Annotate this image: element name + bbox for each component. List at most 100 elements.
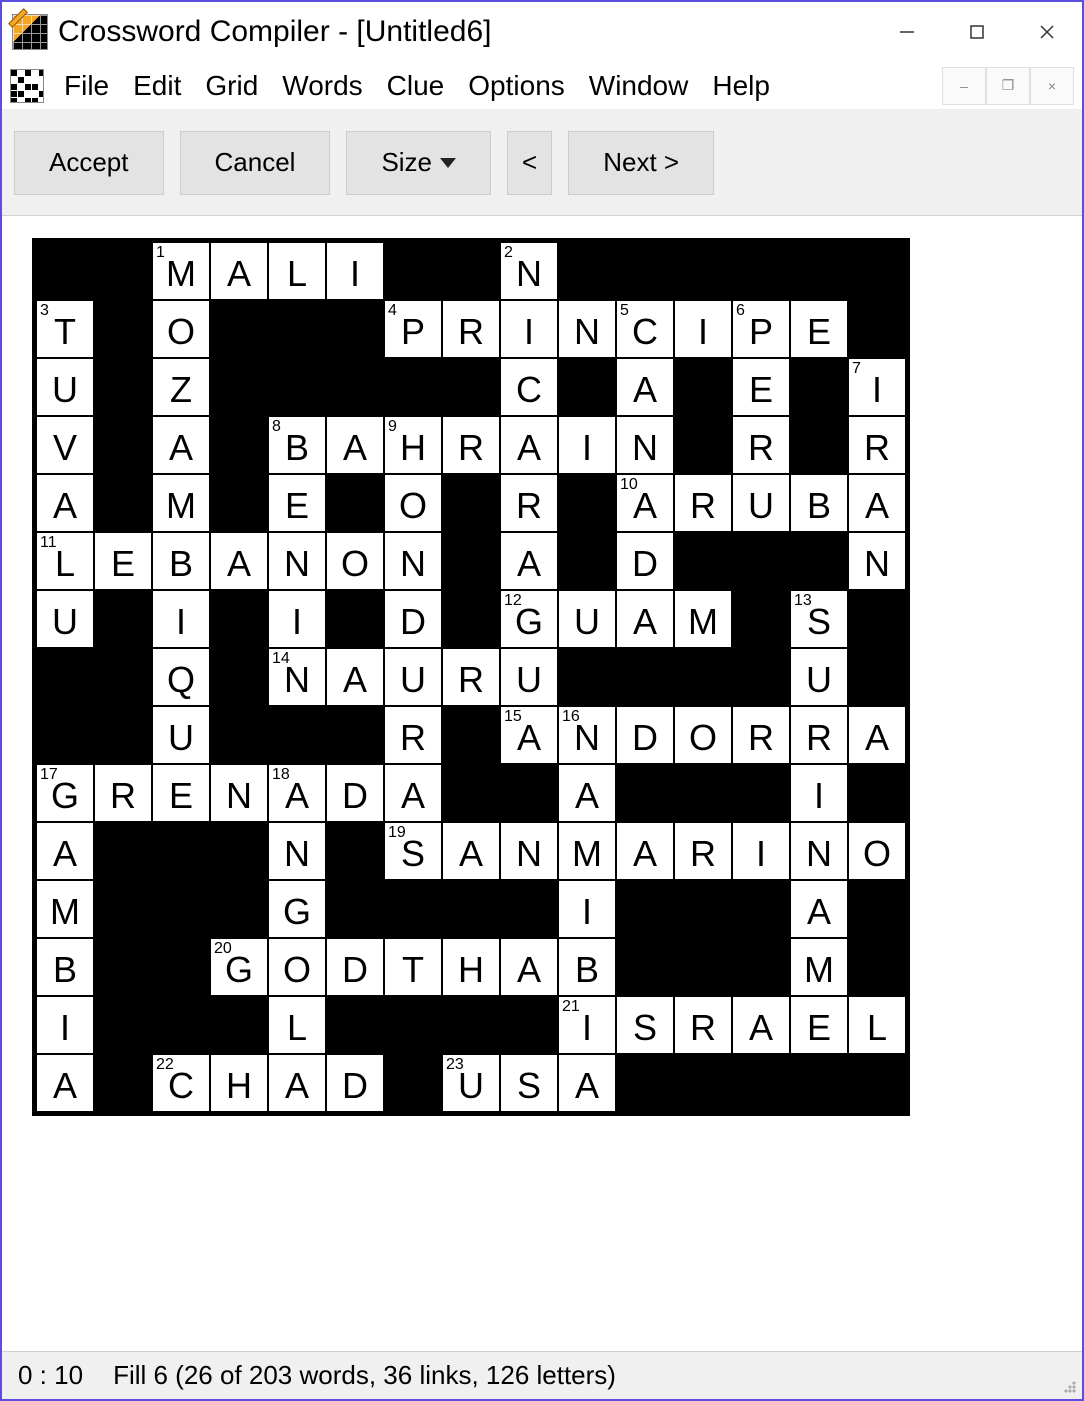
crossword-cell[interactable]: R bbox=[384, 706, 442, 764]
grid-icon[interactable] bbox=[10, 69, 44, 103]
crossword-cell[interactable]: Z bbox=[152, 358, 210, 416]
mdi-close-button[interactable]: × bbox=[1030, 67, 1074, 105]
crossword-cell[interactable]: N bbox=[268, 822, 326, 880]
crossword-cell[interactable]: I bbox=[268, 590, 326, 648]
crossword-cell[interactable]: N bbox=[616, 416, 674, 474]
crossword-cell[interactable]: 10A bbox=[616, 474, 674, 532]
crossword-cell[interactable]: E bbox=[152, 764, 210, 822]
crossword-cell[interactable]: I bbox=[500, 300, 558, 358]
close-button[interactable] bbox=[1012, 7, 1082, 57]
crossword-cell[interactable]: 21I bbox=[558, 996, 616, 1054]
crossword-cell[interactable]: 22C bbox=[152, 1054, 210, 1112]
crossword-cell[interactable]: I bbox=[558, 416, 616, 474]
crossword-cell[interactable]: 17G bbox=[36, 764, 94, 822]
crossword-cell[interactable]: I bbox=[732, 822, 790, 880]
crossword-cell[interactable]: A bbox=[616, 590, 674, 648]
minimize-button[interactable] bbox=[872, 7, 942, 57]
crossword-cell[interactable]: N bbox=[210, 764, 268, 822]
crossword-cell[interactable]: L bbox=[268, 242, 326, 300]
crossword-cell[interactable]: A bbox=[558, 764, 616, 822]
crossword-cell[interactable]: V bbox=[36, 416, 94, 474]
crossword-cell[interactable]: 13S bbox=[790, 590, 848, 648]
crossword-cell[interactable]: R bbox=[442, 300, 500, 358]
crossword-cell[interactable]: M bbox=[36, 880, 94, 938]
crossword-cell[interactable]: A bbox=[500, 416, 558, 474]
mdi-minimize-button[interactable]: – bbox=[942, 67, 986, 105]
accept-button[interactable]: Accept bbox=[14, 131, 164, 195]
crossword-cell[interactable]: B bbox=[152, 532, 210, 590]
crossword-cell[interactable]: E bbox=[268, 474, 326, 532]
crossword-cell[interactable]: R bbox=[674, 474, 732, 532]
crossword-cell[interactable]: T bbox=[384, 938, 442, 996]
crossword-cell[interactable]: U bbox=[36, 590, 94, 648]
crossword-cell[interactable]: D bbox=[326, 1054, 384, 1112]
next-button[interactable]: Next > bbox=[568, 131, 714, 195]
crossword-cell[interactable]: 9H bbox=[384, 416, 442, 474]
crossword-cell[interactable]: A bbox=[152, 416, 210, 474]
crossword-cell[interactable]: 14N bbox=[268, 648, 326, 706]
crossword-cell[interactable]: L bbox=[268, 996, 326, 1054]
crossword-cell[interactable]: R bbox=[500, 474, 558, 532]
crossword-cell[interactable]: O bbox=[674, 706, 732, 764]
crossword-cell[interactable]: I bbox=[674, 300, 732, 358]
crossword-cell[interactable]: O bbox=[152, 300, 210, 358]
crossword-cell[interactable]: U bbox=[732, 474, 790, 532]
crossword-cell[interactable]: B bbox=[790, 474, 848, 532]
crossword-cell[interactable]: R bbox=[790, 706, 848, 764]
menu-options[interactable]: Options bbox=[456, 66, 577, 106]
crossword-cell[interactable]: B bbox=[36, 938, 94, 996]
crossword-cell[interactable]: I bbox=[558, 880, 616, 938]
crossword-cell[interactable]: S bbox=[616, 996, 674, 1054]
menu-clue[interactable]: Clue bbox=[375, 66, 457, 106]
crossword-cell[interactable]: 11L bbox=[36, 532, 94, 590]
crossword-cell[interactable]: 7I bbox=[848, 358, 906, 416]
crossword-cell[interactable]: U bbox=[558, 590, 616, 648]
crossword-cell[interactable]: O bbox=[384, 474, 442, 532]
crossword-cell[interactable]: 8B bbox=[268, 416, 326, 474]
crossword-cell[interactable]: C bbox=[500, 358, 558, 416]
crossword-cell[interactable]: E bbox=[790, 300, 848, 358]
crossword-cell[interactable]: N bbox=[268, 532, 326, 590]
crossword-cell[interactable]: A bbox=[790, 880, 848, 938]
crossword-cell[interactable]: 5C bbox=[616, 300, 674, 358]
crossword-cell[interactable]: A bbox=[616, 358, 674, 416]
crossword-grid[interactable]: 1MALI2N3TO4PRIN5CI6PEUZCAE7IVA8BA9HRAINR… bbox=[32, 238, 910, 1116]
crossword-cell[interactable]: N bbox=[558, 300, 616, 358]
crossword-cell[interactable]: A bbox=[36, 1054, 94, 1112]
cancel-button[interactable]: Cancel bbox=[180, 131, 331, 195]
crossword-cell[interactable]: 6P bbox=[732, 300, 790, 358]
menu-window[interactable]: Window bbox=[577, 66, 701, 106]
crossword-cell[interactable]: A bbox=[384, 764, 442, 822]
crossword-cell[interactable]: N bbox=[790, 822, 848, 880]
crossword-cell[interactable]: 3T bbox=[36, 300, 94, 358]
crossword-cell[interactable]: O bbox=[326, 532, 384, 590]
crossword-cell[interactable]: A bbox=[210, 532, 268, 590]
mdi-restore-button[interactable]: ❐ bbox=[986, 67, 1030, 105]
crossword-cell[interactable]: E bbox=[94, 532, 152, 590]
crossword-cell[interactable]: M bbox=[558, 822, 616, 880]
crossword-cell[interactable]: L bbox=[848, 996, 906, 1054]
crossword-cell[interactable]: A bbox=[442, 822, 500, 880]
crossword-cell[interactable]: A bbox=[268, 1054, 326, 1112]
crossword-cell[interactable]: M bbox=[790, 938, 848, 996]
crossword-cell[interactable]: U bbox=[500, 648, 558, 706]
crossword-cell[interactable]: 15A bbox=[500, 706, 558, 764]
crossword-cell[interactable]: A bbox=[732, 996, 790, 1054]
crossword-cell[interactable]: N bbox=[384, 532, 442, 590]
crossword-cell[interactable]: 2N bbox=[500, 242, 558, 300]
crossword-cell[interactable]: U bbox=[152, 706, 210, 764]
crossword-cell[interactable]: U bbox=[36, 358, 94, 416]
crossword-cell[interactable]: R bbox=[442, 648, 500, 706]
crossword-cell[interactable]: A bbox=[616, 822, 674, 880]
crossword-cell[interactable]: R bbox=[442, 416, 500, 474]
crossword-cell[interactable]: U bbox=[384, 648, 442, 706]
crossword-cell[interactable]: R bbox=[848, 416, 906, 474]
crossword-cell[interactable]: 23U bbox=[442, 1054, 500, 1112]
crossword-cell[interactable]: A bbox=[848, 706, 906, 764]
crossword-cell[interactable]: I bbox=[152, 590, 210, 648]
crossword-cell[interactable]: R bbox=[732, 416, 790, 474]
crossword-cell[interactable]: A bbox=[500, 938, 558, 996]
crossword-cell[interactable]: N bbox=[848, 532, 906, 590]
crossword-cell[interactable]: H bbox=[442, 938, 500, 996]
crossword-cell[interactable]: I bbox=[790, 764, 848, 822]
